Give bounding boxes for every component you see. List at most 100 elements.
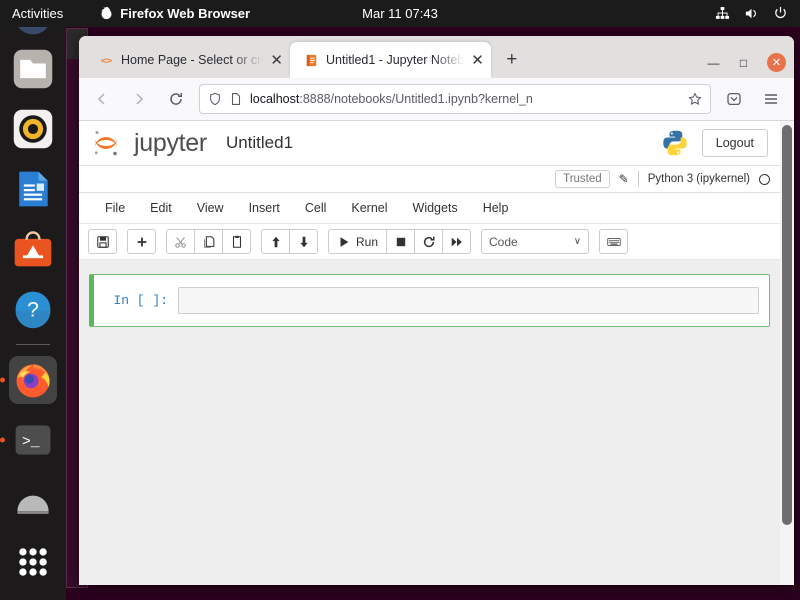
move-cell-up-button[interactable] [261, 229, 290, 254]
insert-cell-below-button[interactable] [127, 229, 156, 254]
move-cell-down-button[interactable] [289, 229, 318, 254]
system-indicators[interactable] [715, 6, 788, 21]
restart-icon [423, 236, 434, 247]
command-palette-button[interactable] [599, 229, 629, 254]
help-icon: ? [15, 291, 51, 329]
toolbar-group-clipboard [166, 229, 251, 254]
firefox-small-icon [101, 6, 112, 20]
toolbar-group-move [261, 229, 318, 254]
restart-kernel-button[interactable] [414, 229, 444, 254]
arrow-up-icon [271, 236, 280, 247]
ubuntu-dock: ? >_ [0, 0, 66, 600]
menu-cell[interactable]: Cell [295, 196, 337, 220]
browser-tab-home-page[interactable]: Home Page - Select or cre ✕ [85, 42, 290, 78]
page-icon [231, 93, 241, 105]
menu-insert[interactable]: Insert [239, 196, 290, 220]
menu-file[interactable]: File [95, 196, 135, 220]
notebook-toolbar: Run Code ∨ [79, 224, 780, 260]
cell-type-select[interactable]: Code ∨ [481, 229, 590, 254]
save-to-pocket-button[interactable] [720, 85, 748, 113]
toolbar-group-save [88, 229, 117, 254]
restart-and-run-all-button[interactable] [442, 229, 472, 254]
dock-item-libreoffice-writer[interactable] [9, 165, 57, 213]
gnome-top-bar: Activities Firefox Web Browser Mar 11 07… [0, 0, 800, 27]
url-path: :8888/notebooks/Untitled1.ipynb?kernel_n [299, 92, 533, 106]
notebook-menu-bar: File Edit View Insert Cell Kernel Widget… [79, 193, 780, 224]
notebook-name[interactable]: Untitled1 [226, 133, 293, 153]
dock-item-terminal[interactable]: >_ [9, 416, 57, 464]
navigation-toolbar: localhost:8888/notebooks/Untitled1.ipynb… [79, 78, 794, 121]
dock-item-help[interactable]: ? [9, 285, 57, 333]
menu-view[interactable]: View [187, 196, 234, 220]
network-icon [715, 6, 730, 19]
volume-icon [745, 8, 756, 19]
menu-edit[interactable]: Edit [140, 196, 182, 220]
trusted-badge[interactable]: Trusted [555, 170, 610, 188]
forward-button[interactable] [125, 85, 153, 113]
cell-prompt: In [ ]: [113, 293, 168, 308]
stop-icon [396, 237, 405, 246]
window-controls: — □ ✕ [707, 53, 786, 72]
notebook-icon [306, 54, 317, 66]
url-bar[interactable]: localhost:8888/notebooks/Untitled1.ipynb… [199, 84, 711, 114]
bookmark-star-icon[interactable] [688, 92, 702, 106]
logout-button[interactable]: Logout [701, 129, 768, 157]
tab-close-icon[interactable]: ✕ [270, 53, 283, 68]
dock-item-ubuntu-software[interactable] [9, 225, 57, 273]
new-tab-button[interactable]: + [497, 45, 527, 75]
tab-title: Untitled1 - Jupyter Noteb [326, 53, 465, 67]
run-cell-button[interactable]: Run [328, 229, 388, 254]
maximize-button[interactable]: □ [737, 56, 750, 70]
pocket-icon [727, 92, 741, 106]
paste-cell-button[interactable] [222, 229, 251, 254]
dock-item-rhythmbox[interactable] [9, 105, 57, 153]
save-icon [96, 235, 109, 248]
svg-text:>_: >_ [22, 435, 40, 451]
url-text: localhost:8888/notebooks/Untitled1.ipynb… [250, 92, 681, 106]
cell-container: In [ ]: [79, 274, 780, 327]
dock-item-trash[interactable] [9, 478, 57, 526]
libreoffice-writer-icon [19, 171, 48, 207]
notebook-status-row: Trusted ✎ Python 3 (ipykernel) [79, 166, 780, 193]
kernel-idle-indicator-icon [759, 173, 770, 185]
toolbar-group-run: Run [328, 229, 472, 254]
dock-item-files[interactable] [9, 45, 57, 93]
minimize-button[interactable]: — [707, 56, 720, 70]
tab-close-icon[interactable]: ✕ [471, 53, 484, 68]
page-scrollbar[interactable] [780, 121, 794, 585]
page-viewport: jupyter Untitled1 Logout Trusted ✎ Pytho… [79, 121, 794, 585]
activities-button[interactable]: Activities [12, 6, 63, 21]
reload-icon [170, 93, 183, 105]
menu-help[interactable]: Help [473, 196, 519, 220]
cut-cell-button[interactable] [166, 229, 195, 254]
dock-item-firefox[interactable] [9, 356, 57, 404]
notebook-canvas: In [ ]: [79, 260, 780, 585]
arrow-right-icon [136, 93, 144, 105]
cell-type-value: Code [489, 234, 518, 249]
show-applications-button[interactable] [9, 538, 57, 586]
save-button[interactable] [88, 229, 117, 254]
current-app-indicator[interactable]: Firefox Web Browser [99, 6, 250, 21]
run-button-label: Run [356, 234, 379, 249]
back-button[interactable] [88, 85, 116, 113]
browser-tab-untitled1[interactable]: Untitled1 - Jupyter Noteb ✕ [290, 42, 491, 78]
page-scrollbar-thumb[interactable] [782, 125, 792, 525]
menu-widgets[interactable]: Widgets [403, 196, 468, 220]
app-menu-button[interactable] [757, 85, 785, 113]
reload-button[interactable] [162, 85, 190, 113]
kernel-name-label[interactable]: Python 3 (ipykernel) [648, 173, 750, 185]
fast-forward-icon [451, 237, 462, 246]
menu-kernel[interactable]: Kernel [341, 196, 397, 220]
rhythmbox-icon [13, 109, 53, 149]
code-cell[interactable]: In [ ]: [89, 274, 770, 327]
keyboard-icon [606, 237, 621, 246]
firefox-window: Home Page - Select or cre ✕ Untitled1 - … [79, 36, 794, 585]
interrupt-kernel-button[interactable] [386, 229, 416, 254]
close-window-button[interactable]: ✕ [767, 53, 786, 72]
pencil-icon[interactable]: ✎ [619, 172, 629, 186]
power-icon [775, 6, 786, 19]
hamburger-icon [765, 94, 777, 104]
copy-cell-button[interactable] [194, 229, 223, 254]
code-editor-input[interactable] [178, 287, 759, 314]
toolbar-group-insert [127, 229, 156, 254]
